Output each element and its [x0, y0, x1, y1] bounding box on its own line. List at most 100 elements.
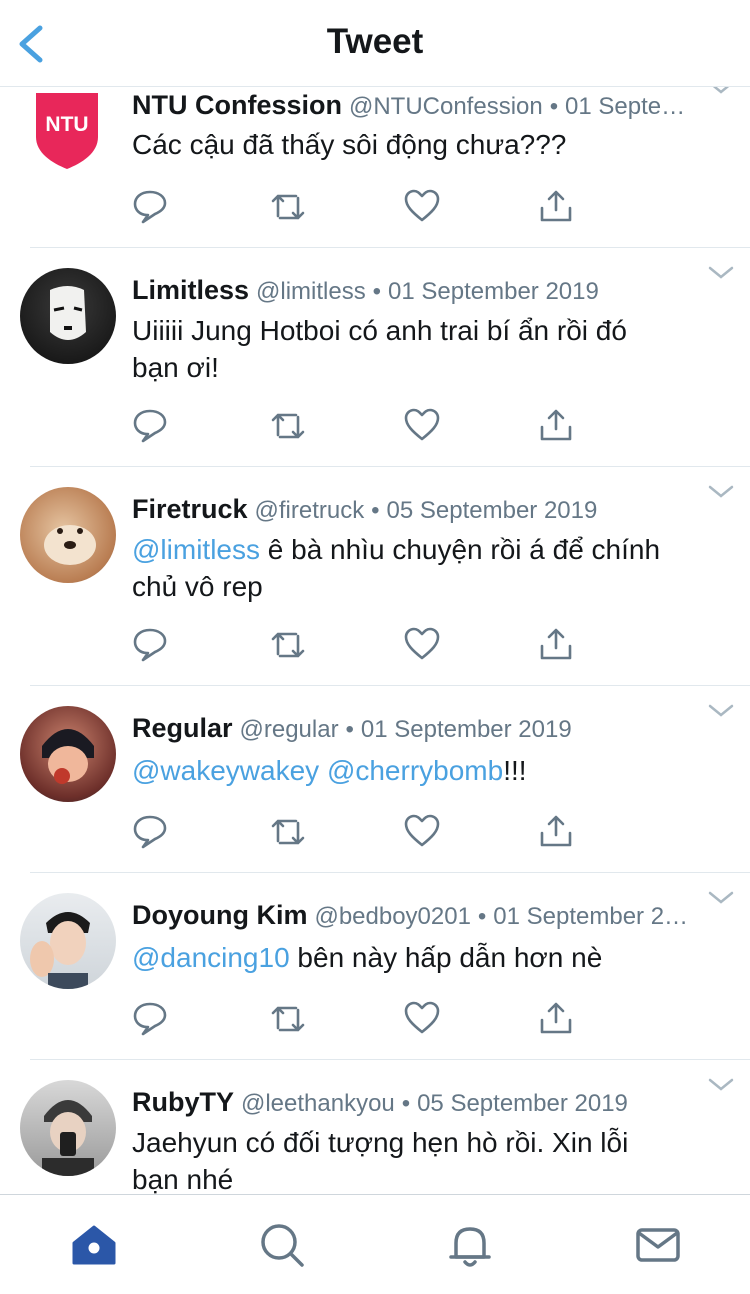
tweet-header: NTU Confession @NTUConfession • 01 Septe… [132, 89, 704, 123]
author-handle[interactable]: @regular [239, 716, 338, 743]
author-handle[interactable]: @limitless [256, 278, 366, 305]
separator-dot: • [549, 93, 559, 120]
avatar[interactable]: NTU [34, 91, 100, 171]
avatar[interactable] [20, 487, 116, 583]
tweet-3[interactable]: Regular @regular • 01 September 2019 @wa… [0, 686, 750, 872]
tweet-header: Regular @regular • 01 September 2019 [132, 712, 704, 746]
notifications-icon[interactable] [446, 1221, 494, 1269]
tweet-date: 05 September 2019 [386, 497, 598, 524]
text-segment [319, 755, 327, 786]
retweet-icon[interactable] [270, 188, 306, 224]
like-icon[interactable] [404, 1000, 440, 1036]
tweet-date: 05 September 2019 [417, 1090, 628, 1117]
mention-link[interactable]: @cherrybomb [327, 755, 503, 786]
search-icon[interactable] [258, 1221, 306, 1269]
reply-icon[interactable] [132, 626, 168, 662]
share-icon[interactable] [538, 1000, 574, 1036]
mention-link[interactable]: @wakeywakey [132, 755, 319, 786]
retweet-icon[interactable] [270, 407, 306, 443]
text-segment: bên này hấp dẫn hơn nè [289, 942, 603, 973]
like-icon[interactable] [404, 407, 440, 443]
ntu-logo-text: NTU [45, 113, 89, 136]
reply-icon[interactable] [132, 407, 168, 443]
tweet-5[interactable]: RubyTY @leethankyou • 05 September 2019 … [0, 1060, 750, 1194]
author-name[interactable]: NTU Confession [132, 90, 342, 120]
share-icon[interactable] [538, 813, 574, 849]
text-segment: bạn ơi! [132, 352, 219, 383]
like-icon[interactable] [404, 188, 440, 224]
author-name[interactable]: Firetruck [132, 494, 248, 524]
tweet-text-line: @wakeywakey @cherrybomb!!! [132, 752, 710, 789]
chevron-down-icon[interactable] [708, 704, 734, 718]
tweet-text-line: Các cậu đã thấy sôi động chưa??? [132, 126, 710, 163]
tweet-4[interactable]: Doyoung Kim @bedboy0201 • 01 September 2… [0, 873, 750, 1059]
tweet-header: Firetruck @firetruck • 05 September 2019 [132, 493, 704, 527]
text-segment: bạn nhé [132, 1164, 234, 1194]
author-name[interactable]: Doyoung Kim [132, 900, 308, 930]
tweet-date: 01 Septe… [565, 93, 686, 120]
tweet-actions [130, 813, 590, 853]
author-name[interactable]: RubyTY [132, 1087, 234, 1117]
tweet-text-line: Uiiiii Jung Hotboi có anh trai bí ẩn rồi… [132, 312, 710, 349]
reply-icon[interactable] [132, 1000, 168, 1036]
tweet-text-line: @dancing10 bên này hấp dẫn hơn nè [132, 939, 710, 976]
text-segment: Uiiiii Jung Hotboi có anh trai bí ẩn rồi… [132, 315, 627, 346]
author-handle[interactable]: @NTUConfession [349, 93, 543, 120]
retweet-icon[interactable] [270, 626, 306, 662]
tweet-header: Limitless @limitless • 01 September 2019 [132, 274, 704, 308]
separator-dot: • [401, 1090, 411, 1117]
author-handle[interactable]: @bedboy0201 [314, 903, 471, 930]
author-name[interactable]: Limitless [132, 275, 249, 305]
tweet-text-line: @limitless ê bà nhìu chuyện rồi á để chí… [132, 531, 710, 568]
like-icon[interactable] [404, 626, 440, 662]
tweet-text-line: bạn nhé [132, 1161, 710, 1194]
retweet-icon[interactable] [270, 813, 306, 849]
tweet-text: Jaehyun có đối tượng hẹn hò rồi. Xin lỗi… [132, 1124, 710, 1194]
share-icon[interactable] [538, 407, 574, 443]
home-icon[interactable] [70, 1221, 118, 1269]
mention-link[interactable]: @limitless [132, 534, 260, 565]
tweet-actions [130, 626, 590, 666]
author-name[interactable]: Regular [132, 713, 233, 743]
tweet-actions [130, 188, 590, 228]
avatar[interactable] [20, 893, 116, 989]
tweet-date: 01 September 2… [493, 903, 689, 930]
bottom-tab-bar [0, 1194, 750, 1294]
tweet-text: @limitless ê bà nhìu chuyện rồi á để chí… [132, 531, 710, 605]
avatar[interactable] [20, 268, 116, 364]
reply-icon[interactable] [132, 813, 168, 849]
tweet-actions [130, 407, 590, 447]
share-icon[interactable] [538, 188, 574, 224]
avatar[interactable] [20, 706, 116, 802]
author-handle[interactable]: @leethankyou [241, 1090, 395, 1117]
messages-icon[interactable] [634, 1221, 682, 1269]
text-segment: !!! [503, 755, 527, 786]
chevron-down-icon[interactable] [708, 87, 734, 95]
tweet-date: 01 September 2019 [360, 716, 572, 743]
separator-dot: • [477, 903, 487, 930]
tweet-list: NTU NTU Confession @NTUConfession • 01 S… [0, 87, 750, 1194]
chevron-down-icon[interactable] [708, 1078, 734, 1092]
separator-dot: • [372, 278, 382, 305]
tweet-2[interactable]: Firetruck @firetruck • 05 September 2019… [0, 467, 750, 685]
tweet-0[interactable]: NTU NTU Confession @NTUConfession • 01 S… [0, 87, 750, 247]
text-segment: chủ vô rep [132, 571, 263, 602]
share-icon[interactable] [538, 626, 574, 662]
header-bar: Tweet [0, 0, 750, 87]
chevron-down-icon[interactable] [708, 485, 734, 499]
chevron-down-icon[interactable] [708, 266, 734, 280]
author-handle[interactable]: @firetruck [255, 497, 365, 524]
tweet-text: Các cậu đã thấy sôi động chưa??? [132, 126, 710, 163]
tweet-header: RubyTY @leethankyou • 05 September 2019 [132, 1086, 704, 1120]
reply-icon[interactable] [132, 188, 168, 224]
tweet-date: 01 September 2019 [388, 278, 599, 305]
chevron-down-icon[interactable] [708, 891, 734, 905]
tweet-1[interactable]: Limitless @limitless • 01 September 2019… [0, 248, 750, 466]
separator-dot: • [371, 497, 380, 524]
text-segment: ê bà nhìu chuyện rồi á để chính [259, 534, 661, 565]
like-icon[interactable] [404, 813, 440, 849]
retweet-icon[interactable] [270, 1000, 306, 1036]
mention-link[interactable]: @dancing10 [132, 942, 290, 973]
avatar[interactable] [20, 1080, 116, 1176]
tweet-text: @dancing10 bên này hấp dẫn hơn nè [132, 939, 710, 976]
